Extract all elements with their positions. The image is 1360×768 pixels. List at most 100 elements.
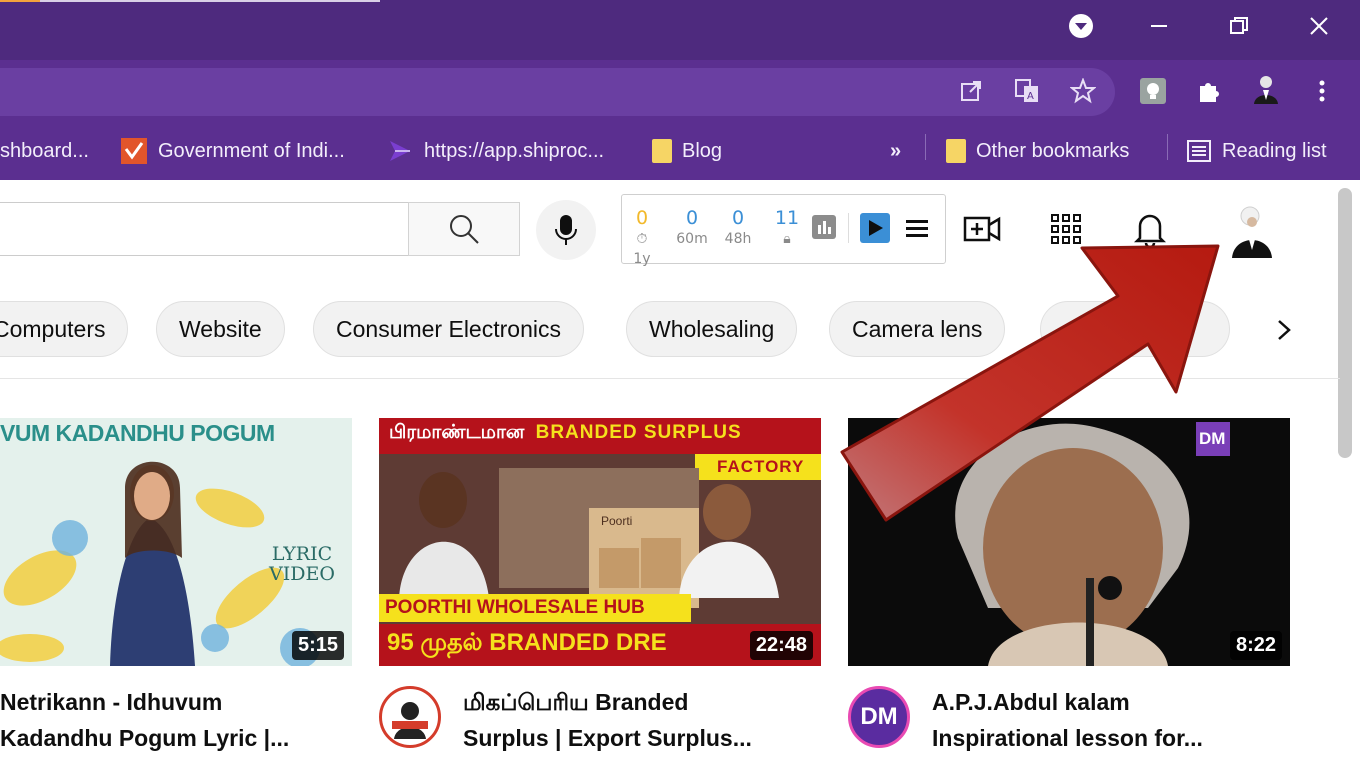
account-avatar-button[interactable] [1224, 200, 1280, 260]
notifications-button[interactable] [1128, 207, 1172, 251]
video-title-line[interactable]: மிகப்பெரிய Branded [463, 684, 688, 720]
shiprocket-favicon-icon [390, 141, 410, 161]
voice-search-button[interactable] [536, 200, 596, 260]
folder-icon [652, 139, 672, 163]
chip-label: Camera lens [852, 315, 983, 342]
stat-48h: 0 48h [712, 207, 764, 249]
restore-button[interactable] [1219, 8, 1259, 44]
tab-strip[interactable] [0, 0, 380, 2]
search-button[interactable] [408, 202, 520, 256]
video-camera-plus-icon [963, 216, 1001, 242]
thumbnail-headline: பிரமாண்டமான BRANDED SURPLUS [389, 422, 742, 446]
bookmarks-bar: shboard... Government of Indi... https:/… [0, 122, 1360, 180]
bookmark-label: shboard... [0, 139, 89, 162]
tab-search-button[interactable] [1061, 8, 1101, 44]
bookmark-government[interactable]: Government of Indi... [120, 134, 345, 168]
chip-computers[interactable]: Computers [0, 301, 129, 357]
player-logo-icon[interactable] [860, 213, 890, 243]
chip-camera-lens[interactable]: Camera lens [829, 301, 1006, 357]
account-avatar-icon [1232, 206, 1272, 258]
bookmark-label: Blog [682, 139, 723, 162]
translate-icon[interactable]: A [1011, 75, 1043, 107]
chart-bars-icon[interactable] [812, 215, 836, 239]
bookmark-shiprocket[interactable]: https://app.shiproc... [386, 134, 604, 168]
channel-avatar[interactable]: DM [848, 686, 910, 748]
chip-wholesaling[interactable]: Wholesaling [626, 301, 798, 357]
browser-menu-icon[interactable] [1306, 75, 1338, 107]
thumbnail-box-text: Poorti [601, 514, 633, 528]
bookmark-label: https://app.shiproc... [424, 139, 605, 162]
reading-list-icon [1187, 140, 1211, 162]
hamburger-menu-icon[interactable] [906, 219, 928, 239]
stat-value: 11 [774, 207, 800, 229]
extension-stats-panel: 0 ⏱ 1y 0 60m 0 48h 11 🔒︎ [621, 194, 946, 267]
search-input[interactable] [0, 202, 408, 256]
microphone-icon [555, 215, 577, 245]
restore-icon [1230, 17, 1248, 34]
chip-label: Website [179, 315, 262, 342]
youtube-page: 0 ⏱ 1y 0 60m 0 48h 11 🔒︎ Computers Websi… [0, 180, 1360, 768]
extensions-puzzle-icon[interactable] [1193, 75, 1225, 107]
chips-divider [0, 378, 1340, 379]
more-bookmarks-button[interactable]: » [890, 134, 901, 168]
channel-avatar[interactable] [379, 686, 441, 748]
video-duration: 22:48 [749, 631, 813, 660]
chevron-right-icon [1278, 320, 1291, 340]
bookmark-dashboard[interactable]: shboard... [0, 134, 89, 168]
chip-partial[interactable] [1040, 301, 1230, 357]
thumbnail-hub-text: POORTHI WHOLESALE HUB [385, 597, 645, 618]
page-scrollbar[interactable] [1338, 188, 1352, 458]
video-title-line[interactable]: Kadandhu Pogum Lyric |... [0, 720, 289, 756]
gov-favicon-icon [121, 138, 147, 164]
video-title-line[interactable]: A.P.J.Abdul kalam [932, 684, 1130, 720]
bookmark-blog[interactable]: Blog [652, 134, 722, 168]
video-thumbnail[interactable]: DM 8:22 [848, 418, 1290, 666]
open-in-new-icon[interactable] [955, 75, 987, 107]
thumbnail-logo-text: DM [1199, 429, 1226, 448]
bookmark-other[interactable]: Other bookmarks [946, 134, 1129, 168]
bookmark-star-icon[interactable] [1067, 75, 1099, 107]
close-button[interactable] [1299, 8, 1339, 44]
thumbnail-artwork [848, 418, 1290, 666]
stat-1y: 0 ⏱ 1y [628, 207, 656, 269]
chip-label: Consumer Electronics [336, 315, 561, 342]
extension-bulb-icon[interactable] [1137, 75, 1169, 107]
chips-next-button[interactable] [1262, 308, 1306, 352]
stat-value: 0 [731, 207, 745, 229]
reading-list-button[interactable]: Reading list [1186, 134, 1327, 168]
more-bookmarks-label: » [890, 139, 902, 162]
browser-toolbar: A [0, 60, 1360, 122]
video-title-line[interactable]: Netrikann - Idhuvum [0, 684, 222, 720]
minimize-button[interactable] [1139, 8, 1179, 44]
bookmark-separator [1167, 134, 1168, 160]
bookmark-separator [925, 134, 926, 160]
channel-logo-icon [392, 702, 428, 739]
video-thumbnail[interactable]: பிரமாண்டமான BRANDED SURPLUS FACTORY Poor… [379, 418, 821, 666]
panel-divider [848, 213, 849, 243]
bookmark-label: Reading list [1222, 139, 1327, 162]
apps-button[interactable] [1044, 207, 1088, 251]
chip-consumer-electronics[interactable]: Consumer Electronics [313, 301, 584, 357]
filter-chips-bar: Computers Website Consumer Electronics W… [0, 300, 1340, 360]
video-title-line[interactable]: Inspirational lesson for... [932, 720, 1203, 756]
lock-icon: 🔒︎ [783, 231, 791, 247]
chip-label: Computers [0, 315, 106, 342]
bookmark-label: Government of Indi... [158, 139, 345, 162]
create-video-button[interactable] [960, 207, 1004, 251]
video-title-line[interactable]: Surplus | Export Surplus... [463, 720, 752, 756]
stat-label: 48h [724, 231, 752, 247]
apps-grid-icon [1051, 214, 1081, 244]
timer-icon: ⏱ [636, 231, 648, 247]
minimize-icon [1151, 25, 1167, 27]
video-thumbnail[interactable]: VUM KADANDHU POGUM LYRIC VIDEO 5:15 [0, 418, 352, 666]
profile-avatar-icon[interactable] [1249, 73, 1281, 105]
bookmark-label: Other bookmarks [976, 139, 1130, 162]
search-icon [450, 215, 479, 244]
folder-icon [946, 139, 966, 163]
thumbnail-bottom-text: 95 முதல் BRANDED DRE [387, 629, 667, 656]
close-icon [1310, 17, 1328, 35]
chip-website[interactable]: Website [156, 301, 285, 357]
stat-locked: 11 🔒︎ [770, 207, 804, 249]
address-bar[interactable] [0, 68, 1115, 116]
thumbnail-title-text: VUM KADANDHU POGUM [0, 420, 275, 446]
